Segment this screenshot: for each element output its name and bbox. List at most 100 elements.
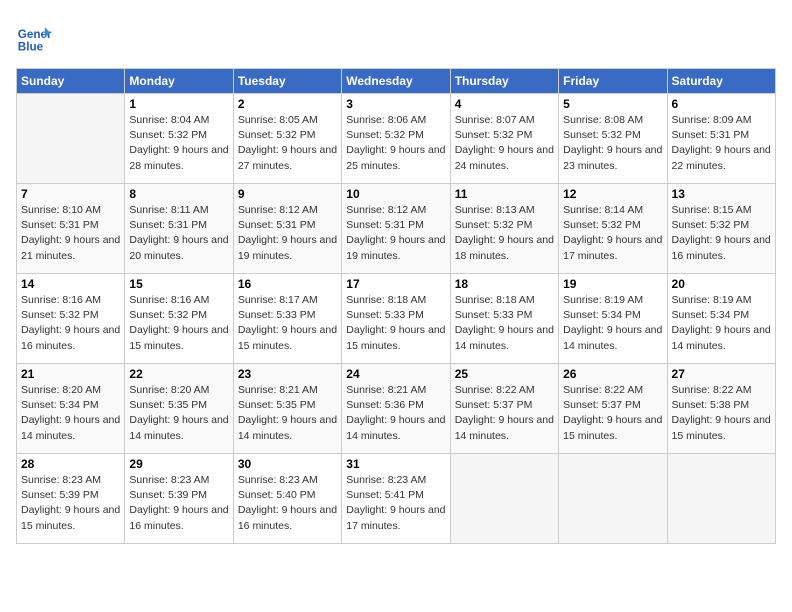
day-number: 4 (455, 97, 554, 111)
weekday-header-monday: Monday (125, 69, 233, 94)
calendar-cell (559, 454, 667, 544)
day-number: 27 (672, 367, 771, 381)
day-info: Sunrise: 8:16 AM Sunset: 5:32 PM Dayligh… (21, 293, 120, 354)
logo: General Blue (16, 20, 56, 56)
calendar-week-row: 14 Sunrise: 8:16 AM Sunset: 5:32 PM Dayl… (17, 274, 776, 364)
calendar-cell: 17 Sunrise: 8:18 AM Sunset: 5:33 PM Dayl… (342, 274, 450, 364)
calendar-cell: 26 Sunrise: 8:22 AM Sunset: 5:37 PM Dayl… (559, 364, 667, 454)
day-info: Sunrise: 8:20 AM Sunset: 5:35 PM Dayligh… (129, 383, 228, 444)
day-info: Sunrise: 8:07 AM Sunset: 5:32 PM Dayligh… (455, 113, 554, 174)
calendar-table: SundayMondayTuesdayWednesdayThursdayFrid… (16, 68, 776, 544)
day-number: 30 (238, 457, 337, 471)
calendar-cell: 15 Sunrise: 8:16 AM Sunset: 5:32 PM Dayl… (125, 274, 233, 364)
calendar-cell: 20 Sunrise: 8:19 AM Sunset: 5:34 PM Dayl… (667, 274, 775, 364)
calendar-week-row: 21 Sunrise: 8:20 AM Sunset: 5:34 PM Dayl… (17, 364, 776, 454)
day-info: Sunrise: 8:21 AM Sunset: 5:35 PM Dayligh… (238, 383, 337, 444)
day-number: 22 (129, 367, 228, 381)
day-info: Sunrise: 8:21 AM Sunset: 5:36 PM Dayligh… (346, 383, 445, 444)
calendar-cell: 22 Sunrise: 8:20 AM Sunset: 5:35 PM Dayl… (125, 364, 233, 454)
day-number: 11 (455, 187, 554, 201)
weekday-header-friday: Friday (559, 69, 667, 94)
day-number: 25 (455, 367, 554, 381)
calendar-cell: 6 Sunrise: 8:09 AM Sunset: 5:31 PM Dayli… (667, 94, 775, 184)
day-number: 5 (563, 97, 662, 111)
day-number: 20 (672, 277, 771, 291)
calendar-cell: 11 Sunrise: 8:13 AM Sunset: 5:32 PM Dayl… (450, 184, 558, 274)
calendar-cell: 21 Sunrise: 8:20 AM Sunset: 5:34 PM Dayl… (17, 364, 125, 454)
day-number: 2 (238, 97, 337, 111)
day-info: Sunrise: 8:16 AM Sunset: 5:32 PM Dayligh… (129, 293, 228, 354)
calendar-cell: 2 Sunrise: 8:05 AM Sunset: 5:32 PM Dayli… (233, 94, 341, 184)
day-number: 6 (672, 97, 771, 111)
day-number: 14 (21, 277, 120, 291)
calendar-cell: 25 Sunrise: 8:22 AM Sunset: 5:37 PM Dayl… (450, 364, 558, 454)
calendar-cell: 14 Sunrise: 8:16 AM Sunset: 5:32 PM Dayl… (17, 274, 125, 364)
day-info: Sunrise: 8:12 AM Sunset: 5:31 PM Dayligh… (346, 203, 445, 264)
calendar-cell: 19 Sunrise: 8:19 AM Sunset: 5:34 PM Dayl… (559, 274, 667, 364)
day-number: 12 (563, 187, 662, 201)
day-info: Sunrise: 8:18 AM Sunset: 5:33 PM Dayligh… (346, 293, 445, 354)
svg-text:Blue: Blue (18, 41, 44, 54)
day-info: Sunrise: 8:11 AM Sunset: 5:31 PM Dayligh… (129, 203, 228, 264)
calendar-cell: 4 Sunrise: 8:07 AM Sunset: 5:32 PM Dayli… (450, 94, 558, 184)
calendar-cell: 13 Sunrise: 8:15 AM Sunset: 5:32 PM Dayl… (667, 184, 775, 274)
calendar-cell: 30 Sunrise: 8:23 AM Sunset: 5:40 PM Dayl… (233, 454, 341, 544)
day-info: Sunrise: 8:22 AM Sunset: 5:38 PM Dayligh… (672, 383, 771, 444)
day-number: 18 (455, 277, 554, 291)
calendar-cell: 1 Sunrise: 8:04 AM Sunset: 5:32 PM Dayli… (125, 94, 233, 184)
calendar-cell: 7 Sunrise: 8:10 AM Sunset: 5:31 PM Dayli… (17, 184, 125, 274)
calendar-cell: 28 Sunrise: 8:23 AM Sunset: 5:39 PM Dayl… (17, 454, 125, 544)
day-info: Sunrise: 8:04 AM Sunset: 5:32 PM Dayligh… (129, 113, 228, 174)
day-info: Sunrise: 8:22 AM Sunset: 5:37 PM Dayligh… (455, 383, 554, 444)
weekday-header-row: SundayMondayTuesdayWednesdayThursdayFrid… (17, 69, 776, 94)
calendar-body: 1 Sunrise: 8:04 AM Sunset: 5:32 PM Dayli… (17, 94, 776, 544)
day-number: 19 (563, 277, 662, 291)
calendar-cell: 27 Sunrise: 8:22 AM Sunset: 5:38 PM Dayl… (667, 364, 775, 454)
logo-icon: General Blue (16, 20, 52, 56)
day-number: 3 (346, 97, 445, 111)
calendar-cell: 5 Sunrise: 8:08 AM Sunset: 5:32 PM Dayli… (559, 94, 667, 184)
day-number: 29 (129, 457, 228, 471)
day-info: Sunrise: 8:08 AM Sunset: 5:32 PM Dayligh… (563, 113, 662, 174)
day-number: 26 (563, 367, 662, 381)
day-info: Sunrise: 8:05 AM Sunset: 5:32 PM Dayligh… (238, 113, 337, 174)
day-number: 31 (346, 457, 445, 471)
day-number: 1 (129, 97, 228, 111)
calendar-cell (450, 454, 558, 544)
weekday-header-sunday: Sunday (17, 69, 125, 94)
calendar-cell: 9 Sunrise: 8:12 AM Sunset: 5:31 PM Dayli… (233, 184, 341, 274)
header: General Blue (16, 16, 776, 56)
calendar-cell: 10 Sunrise: 8:12 AM Sunset: 5:31 PM Dayl… (342, 184, 450, 274)
day-info: Sunrise: 8:18 AM Sunset: 5:33 PM Dayligh… (455, 293, 554, 354)
day-info: Sunrise: 8:19 AM Sunset: 5:34 PM Dayligh… (672, 293, 771, 354)
day-number: 15 (129, 277, 228, 291)
calendar-cell (17, 94, 125, 184)
day-info: Sunrise: 8:23 AM Sunset: 5:39 PM Dayligh… (21, 473, 120, 534)
day-info: Sunrise: 8:12 AM Sunset: 5:31 PM Dayligh… (238, 203, 337, 264)
calendar-cell: 31 Sunrise: 8:23 AM Sunset: 5:41 PM Dayl… (342, 454, 450, 544)
day-number: 13 (672, 187, 771, 201)
day-info: Sunrise: 8:06 AM Sunset: 5:32 PM Dayligh… (346, 113, 445, 174)
day-info: Sunrise: 8:14 AM Sunset: 5:32 PM Dayligh… (563, 203, 662, 264)
calendar-cell: 16 Sunrise: 8:17 AM Sunset: 5:33 PM Dayl… (233, 274, 341, 364)
calendar-cell: 12 Sunrise: 8:14 AM Sunset: 5:32 PM Dayl… (559, 184, 667, 274)
calendar-cell: 3 Sunrise: 8:06 AM Sunset: 5:32 PM Dayli… (342, 94, 450, 184)
day-info: Sunrise: 8:23 AM Sunset: 5:40 PM Dayligh… (238, 473, 337, 534)
day-number: 28 (21, 457, 120, 471)
day-info: Sunrise: 8:20 AM Sunset: 5:34 PM Dayligh… (21, 383, 120, 444)
day-info: Sunrise: 8:09 AM Sunset: 5:31 PM Dayligh… (672, 113, 771, 174)
day-number: 17 (346, 277, 445, 291)
calendar-header: SundayMondayTuesdayWednesdayThursdayFrid… (17, 69, 776, 94)
calendar-week-row: 7 Sunrise: 8:10 AM Sunset: 5:31 PM Dayli… (17, 184, 776, 274)
calendar-week-row: 1 Sunrise: 8:04 AM Sunset: 5:32 PM Dayli… (17, 94, 776, 184)
weekday-header-tuesday: Tuesday (233, 69, 341, 94)
day-info: Sunrise: 8:13 AM Sunset: 5:32 PM Dayligh… (455, 203, 554, 264)
day-number: 16 (238, 277, 337, 291)
day-info: Sunrise: 8:10 AM Sunset: 5:31 PM Dayligh… (21, 203, 120, 264)
day-info: Sunrise: 8:19 AM Sunset: 5:34 PM Dayligh… (563, 293, 662, 354)
day-info: Sunrise: 8:22 AM Sunset: 5:37 PM Dayligh… (563, 383, 662, 444)
day-info: Sunrise: 8:17 AM Sunset: 5:33 PM Dayligh… (238, 293, 337, 354)
day-number: 7 (21, 187, 120, 201)
day-number: 10 (346, 187, 445, 201)
day-number: 24 (346, 367, 445, 381)
